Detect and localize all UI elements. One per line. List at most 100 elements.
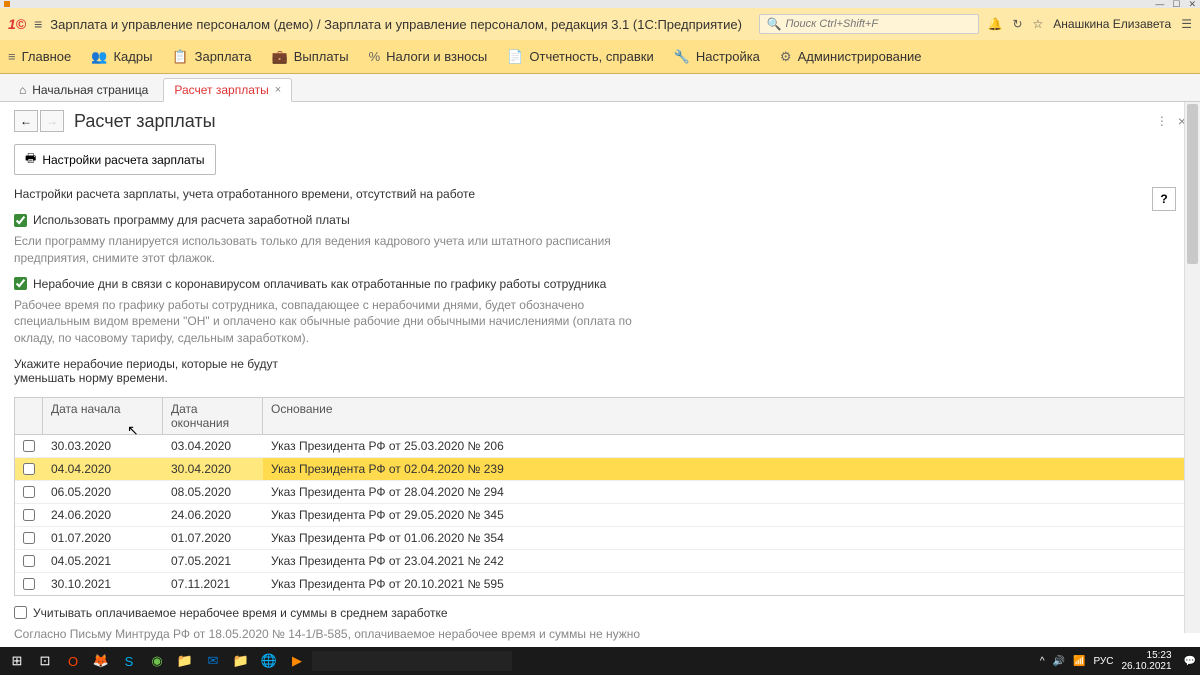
nav-nastroika[interactable]: 🔧Настройка — [674, 49, 760, 65]
app-icon-2[interactable]: ▶ — [284, 649, 310, 673]
tray-sound-icon[interactable]: 🔊 — [1053, 656, 1065, 667]
user-menu-icon[interactable]: ☰ — [1181, 17, 1192, 31]
app-header: 1© ≡ Зарплата и управление персоналом (д… — [0, 8, 1200, 40]
cell-basis: Указ Президента РФ от 25.03.2020 № 206 — [263, 435, 1185, 457]
tray-clock[interactable]: 15:23 26.10.2021 — [1121, 650, 1175, 672]
nav-admin[interactable]: ⚙Администрирование — [780, 49, 922, 65]
content-area: ← → Расчет зарплаты ⋮ × 🖶 Настройки расч… — [0, 102, 1200, 647]
cell-basis: Указ Президента РФ от 01.06.2020 № 354 — [263, 527, 1185, 549]
page-description: Настройки расчета зарплаты, учета отрабо… — [14, 187, 1186, 201]
clipboard-icon: 📋 — [172, 49, 188, 65]
covid-days-label: Нерабочие дни в связи с коронавирусом оп… — [33, 277, 606, 291]
menu-hamburger-icon[interactable]: ≡ — [34, 16, 42, 32]
taskbar-search-icon[interactable]: ⊡ — [32, 649, 58, 673]
user-name[interactable]: Анашкина Елизавета — [1053, 17, 1171, 31]
row-checkbox[interactable] — [23, 532, 35, 544]
row-checkbox[interactable] — [23, 509, 35, 521]
cell-basis: Указ Президента РФ от 02.04.2020 № 239 — [263, 458, 1185, 480]
cell-basis: Указ Президента РФ от 20.10.2021 № 595 — [263, 573, 1185, 595]
help-button[interactable]: ? — [1152, 187, 1176, 211]
bell-icon[interactable]: 🔔 — [987, 17, 1002, 31]
outlook-icon[interactable]: ✉ — [200, 649, 226, 673]
tray-lang[interactable]: РУС — [1093, 656, 1113, 667]
row-checkbox[interactable] — [23, 463, 35, 475]
cell-end: 30.04.2020 — [163, 458, 263, 480]
cell-start: 04.05.2021 — [43, 550, 163, 572]
app-title: Зарплата и управление персоналом (демо) … — [50, 17, 742, 32]
minimize-icon[interactable]: — — [1155, 0, 1164, 9]
nav-kadry[interactable]: 👥Кадры — [91, 49, 152, 65]
table-row[interactable]: 04.05.2021 07.05.2021 Указ Президента РФ… — [15, 550, 1185, 573]
nav-vyplaty[interactable]: 💼Выплаты — [272, 49, 349, 65]
cell-end: 07.11.2021 — [163, 573, 263, 595]
cell-end: 01.07.2020 — [163, 527, 263, 549]
table-row[interactable]: 24.06.2020 24.06.2020 Указ Президента РФ… — [15, 504, 1185, 527]
maximize-icon[interactable]: ☐ — [1172, 0, 1180, 10]
document-icon: 📄 — [507, 49, 523, 65]
scrollbar[interactable] — [1184, 102, 1200, 633]
cell-end: 24.06.2020 — [163, 504, 263, 526]
history-icon[interactable]: ↻ — [1012, 17, 1022, 31]
cell-start: 04.04.2020 — [43, 458, 163, 480]
tray-notifications-icon[interactable]: 💬 — [1184, 656, 1196, 667]
taskbar-task[interactable] — [312, 651, 512, 671]
nav-otchet[interactable]: 📄Отчетность, справки — [507, 49, 654, 65]
nav-zarplata[interactable]: 📋Зарплата — [172, 49, 251, 65]
search-input[interactable] — [785, 18, 972, 30]
tray-network-icon[interactable]: 📶 — [1073, 656, 1085, 667]
table-row[interactable]: 30.10.2021 07.11.2021 Указ Президента РФ… — [15, 573, 1185, 595]
row-checkbox[interactable] — [23, 486, 35, 498]
os-titlebar: — ☐ ✕ — [0, 0, 1200, 8]
windows-start-icon[interactable]: ⊞ — [4, 649, 30, 673]
scrollbar-thumb[interactable] — [1187, 104, 1198, 264]
use-program-desc: Если программу планируется использовать … — [14, 233, 634, 267]
table-row[interactable]: 06.05.2020 08.05.2020 Указ Президента РФ… — [15, 481, 1185, 504]
table-header-check — [15, 398, 43, 434]
more-menu-icon[interactable]: ⋮ — [1156, 114, 1168, 128]
table-row[interactable]: 30.03.2020 03.04.2020 Указ Президента РФ… — [15, 435, 1185, 458]
row-checkbox[interactable] — [23, 578, 35, 590]
people-icon: 👥 — [91, 49, 107, 65]
search-icon: 🔍 — [766, 17, 781, 31]
row-checkbox[interactable] — [23, 555, 35, 567]
cell-start: 30.10.2021 — [43, 573, 163, 595]
skype-icon[interactable]: S — [116, 649, 142, 673]
back-button[interactable]: ← — [14, 110, 38, 132]
wallet-icon: 💼 — [272, 49, 288, 65]
taskbar: ⊞ ⊡ O 🦊 S ◉ 📁 ✉ 📁 🌐 ▶ ^ 🔊 📶 РУС 15:23 26… — [0, 647, 1200, 675]
tab-home[interactable]: ⌂Начальная страница — [8, 78, 159, 101]
gear-icon: ⚙ — [780, 49, 792, 65]
wrench-icon: 🔧 — [674, 49, 690, 65]
cell-start: 30.03.2020 — [43, 435, 163, 457]
opera-icon[interactable]: O — [60, 649, 86, 673]
tab-close-icon[interactable]: × — [275, 84, 281, 96]
home-icon: ⌂ — [19, 83, 26, 97]
page-body: ? Настройки расчета зарплаты, учета отра… — [0, 187, 1200, 642]
use-program-checkbox[interactable] — [14, 214, 27, 227]
tab-raschet-zarplaty[interactable]: Расчет зарплаты× — [163, 78, 292, 102]
close-window-icon[interactable]: ✕ — [1188, 0, 1196, 10]
folder-icon-2[interactable]: 📁 — [228, 649, 254, 673]
explorer-icon[interactable]: 📁 — [172, 649, 198, 673]
account-paid-checkbox[interactable] — [14, 606, 27, 619]
star-icon[interactable]: ☆ — [1033, 17, 1044, 31]
app-indicator-icon — [4, 1, 10, 7]
search-box[interactable]: 🔍 — [759, 14, 979, 34]
table-row[interactable]: 04.04.2020 30.04.2020 Указ Президента РФ… — [15, 458, 1185, 481]
table-header-start[interactable]: Дата начала — [43, 398, 163, 434]
firefox-icon[interactable]: 🦊 — [88, 649, 114, 673]
app-icon-1[interactable]: ◉ — [144, 649, 170, 673]
table-header-end[interactable]: Дата окончания — [163, 398, 263, 434]
settings-button[interactable]: 🖶 Настройки расчета зарплаты — [14, 144, 216, 175]
percent-icon: % — [369, 49, 381, 64]
periods-table: Дата начала Дата окончания Основание 30.… — [14, 397, 1186, 596]
cell-start: 06.05.2020 — [43, 481, 163, 503]
nav-main[interactable]: ≡Главное — [8, 49, 71, 64]
row-checkbox[interactable] — [23, 440, 35, 452]
table-row[interactable]: 01.07.2020 01.07.2020 Указ Президента РФ… — [15, 527, 1185, 550]
nav-nalogi[interactable]: %Налоги и взносы — [369, 49, 488, 64]
chrome-icon[interactable]: 🌐 — [256, 649, 282, 673]
covid-days-checkbox[interactable] — [14, 277, 27, 290]
table-header-basis[interactable]: Основание — [263, 398, 1185, 434]
tray-chevron-icon[interactable]: ^ — [1040, 656, 1045, 667]
